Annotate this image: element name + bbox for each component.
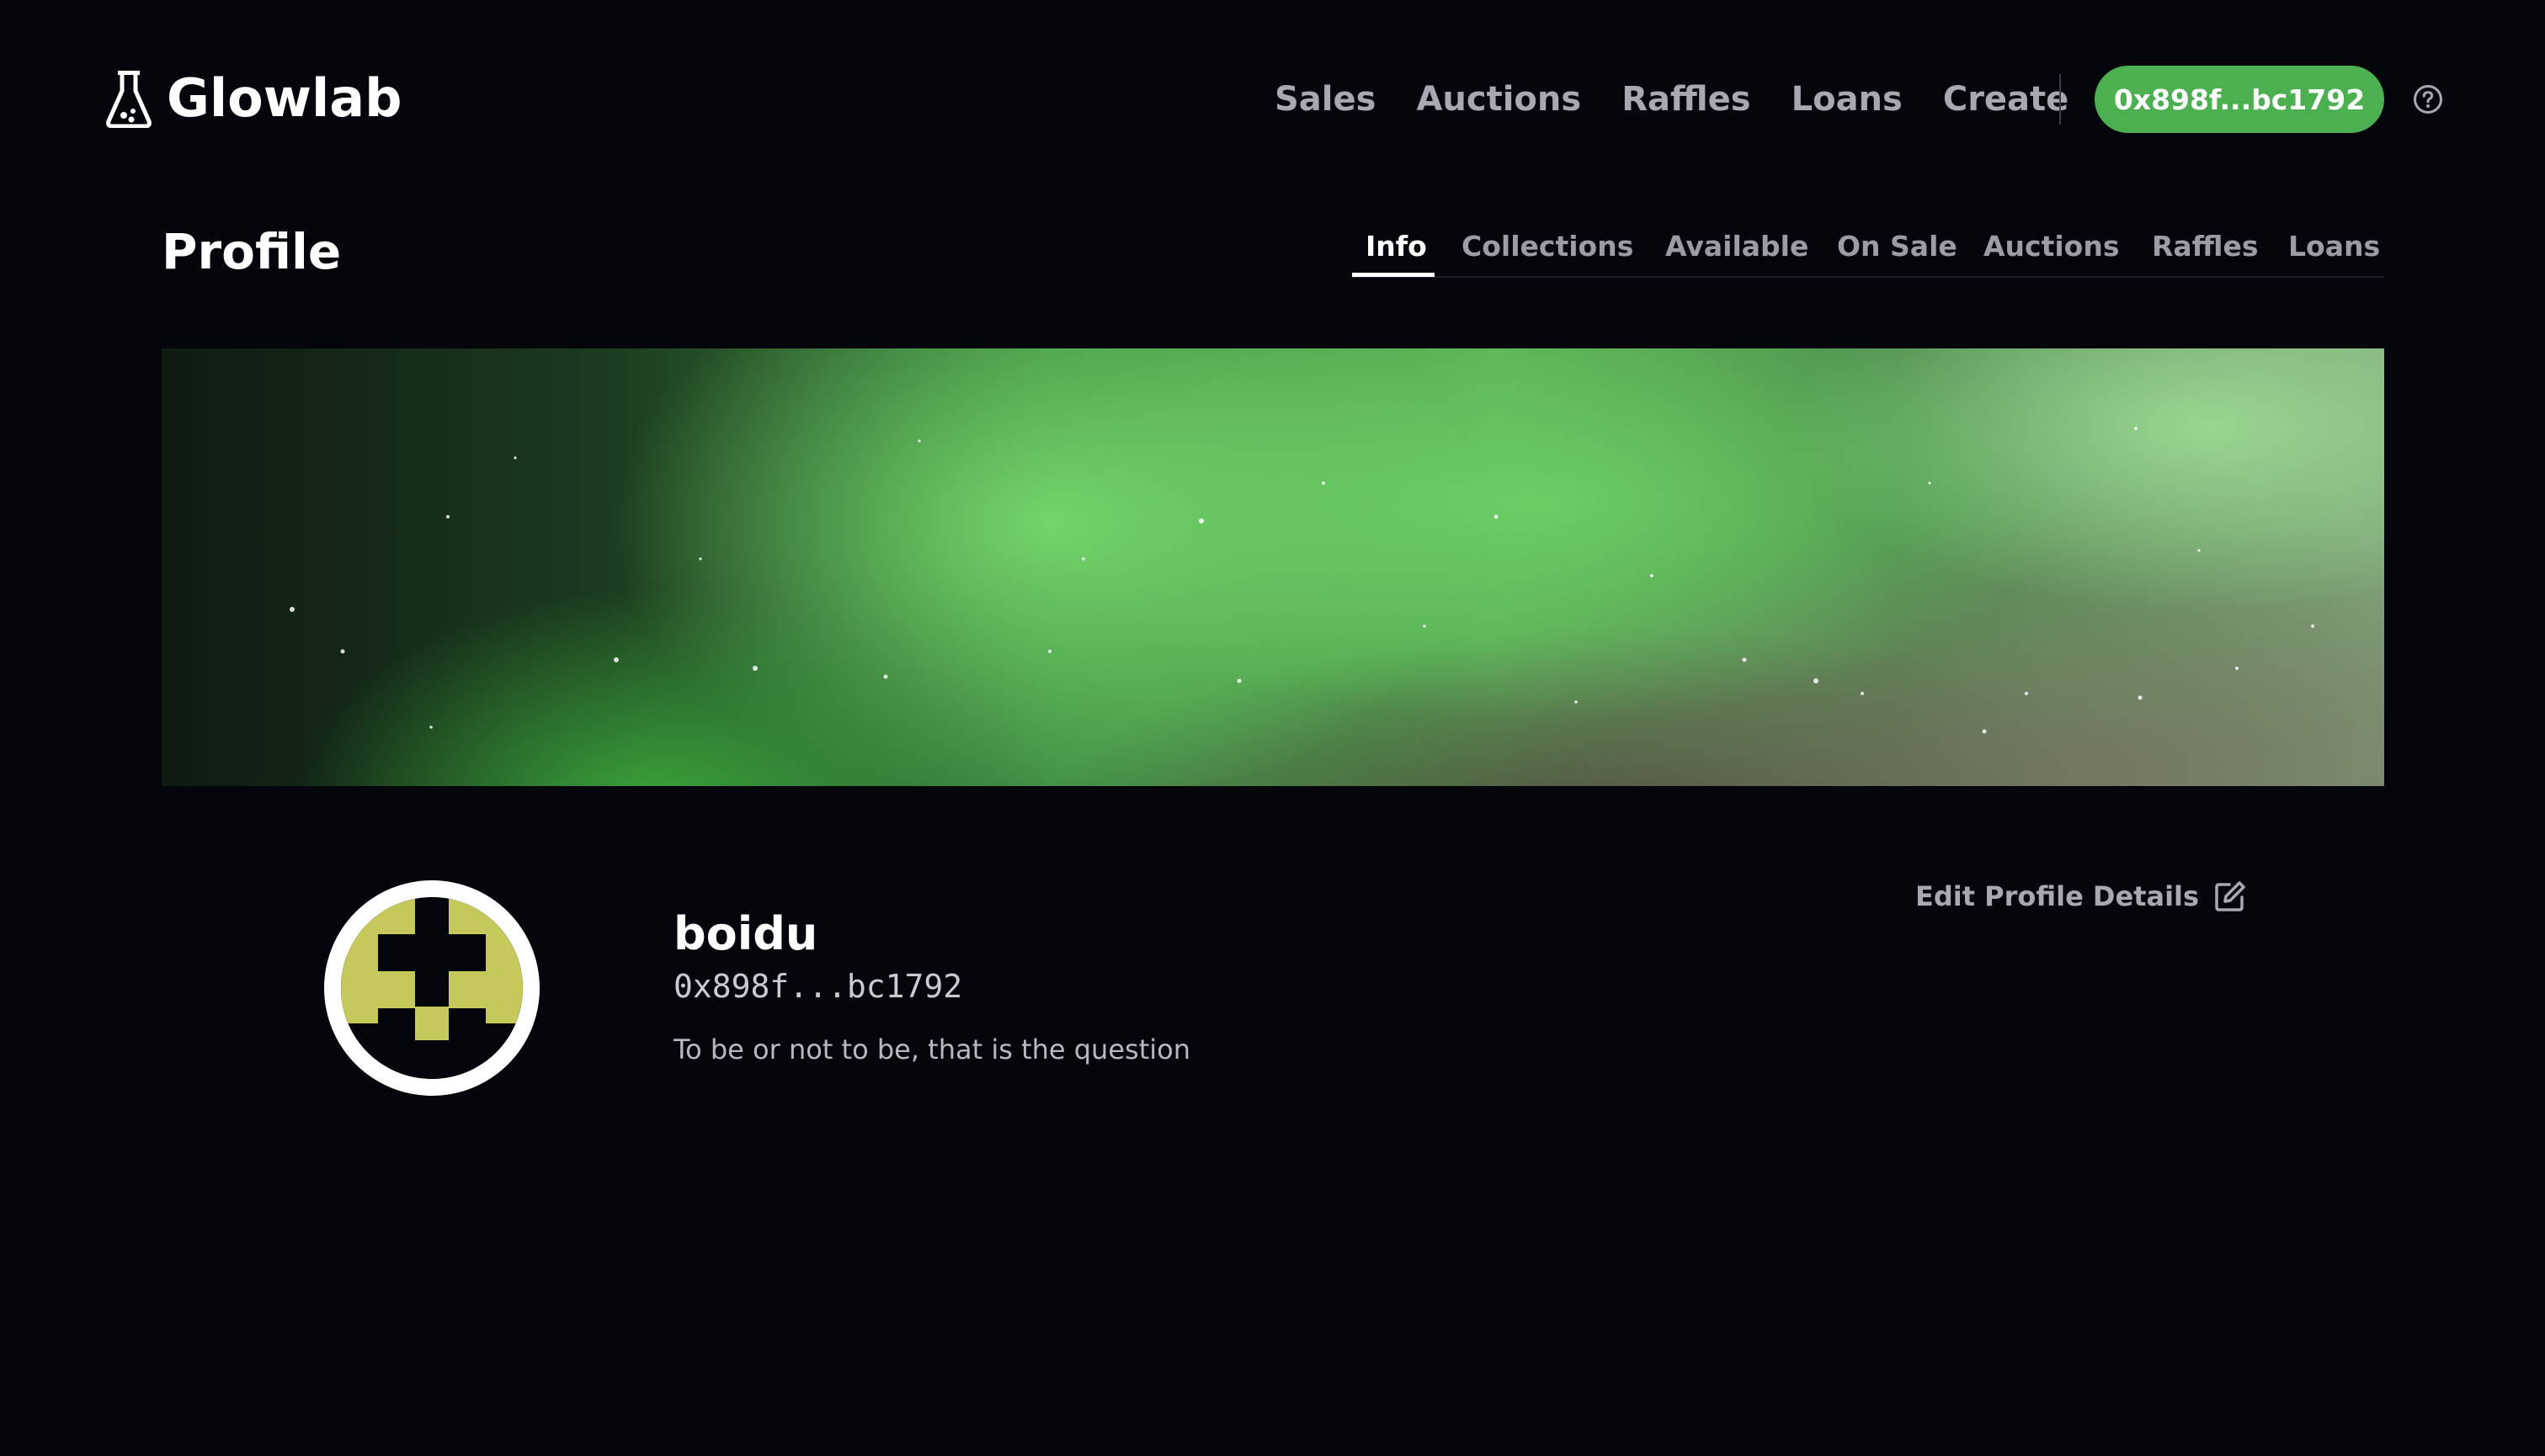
- top-navigation: Glowlab Sales Auctions Raffles Loans Cre…: [0, 0, 2545, 202]
- nav-divider: [2059, 74, 2061, 125]
- edit-square-icon: [2215, 881, 2245, 911]
- profile-username: boidu: [674, 907, 818, 960]
- brand-name: Glowlab: [167, 67, 402, 129]
- avatar-image: [341, 897, 523, 1079]
- banner-stars: [290, 427, 2314, 734]
- identicon-icon: [341, 897, 523, 1079]
- nav-auctions[interactable]: Auctions: [1416, 66, 1581, 133]
- wallet-button[interactable]: 0x898f...bc1792: [2095, 66, 2384, 133]
- edit-profile-button[interactable]: Edit Profile Details: [1915, 880, 2246, 912]
- profile-bio: To be or not to be, that is the question: [674, 1034, 1190, 1065]
- edit-profile-label: Edit Profile Details: [1915, 880, 2200, 912]
- nav-sales[interactable]: Sales: [1275, 66, 1376, 133]
- profile-tabs: Info Collections Available On Sale Aucti…: [1352, 219, 2384, 278]
- tab-on-sale[interactable]: On Sale: [1837, 219, 1957, 274]
- tab-raffles[interactable]: Raffles: [2152, 219, 2259, 274]
- main-nav: Sales Auctions Raffles Loans Create: [1275, 66, 2068, 133]
- tab-info[interactable]: Info: [1366, 219, 1427, 274]
- page-title: Profile: [162, 223, 342, 280]
- active-tab-indicator: [1352, 273, 1435, 277]
- profile-address: 0x898f...bc1792: [674, 968, 963, 1005]
- flask-icon: [106, 70, 152, 128]
- nav-loans[interactable]: Loans: [1792, 66, 1903, 133]
- tab-collections[interactable]: Collections: [1462, 219, 1633, 274]
- profile-banner: [162, 348, 2384, 786]
- brand-logo[interactable]: Glowlab: [106, 67, 402, 129]
- nav-create[interactable]: Create: [1943, 66, 2068, 133]
- question-circle-icon[interactable]: [2413, 84, 2443, 114]
- avatar[interactable]: [324, 880, 540, 1096]
- tab-auctions[interactable]: Auctions: [1983, 219, 2120, 274]
- profile-page: Glowlab Sales Auctions Raffles Loans Cre…: [0, 0, 2545, 1456]
- nav-raffles[interactable]: Raffles: [1621, 66, 1750, 133]
- tab-loans[interactable]: Loans: [2288, 219, 2380, 274]
- tab-available[interactable]: Available: [1665, 219, 1808, 274]
